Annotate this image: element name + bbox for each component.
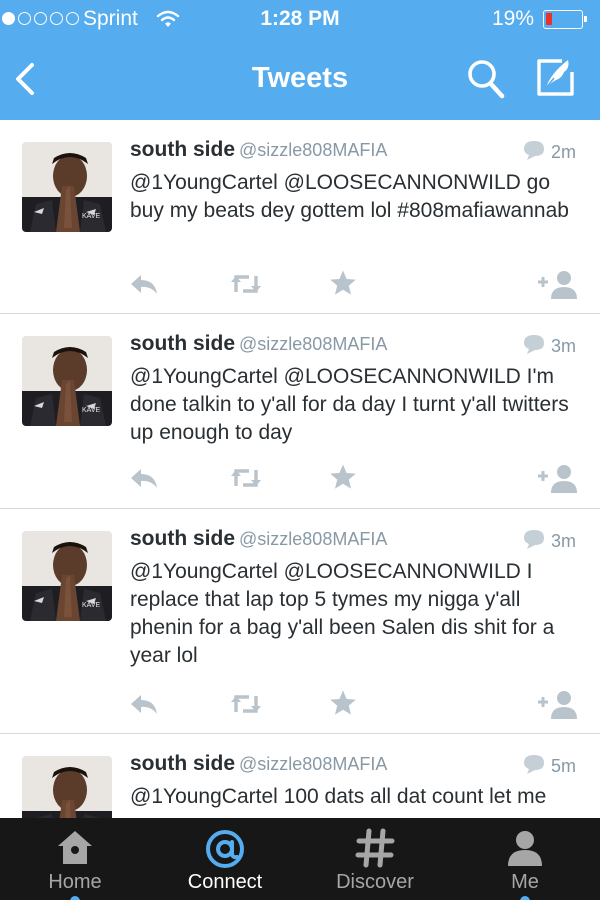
page-title: Tweets xyxy=(251,62,349,94)
favorite-icon[interactable] xyxy=(329,463,357,496)
tweet-meta: 5m xyxy=(523,754,576,779)
conversation-icon xyxy=(523,754,545,779)
avatar[interactable]: KAVE xyxy=(22,756,112,818)
tweet-time: 3m xyxy=(550,531,576,551)
tweet-time: 2m xyxy=(550,142,576,162)
tweet-text: @1YoungCartel @LOOSECANNONWILD I'm done … xyxy=(130,365,569,444)
favorite-icon[interactable] xyxy=(329,269,357,302)
tab-label: Discover xyxy=(336,871,414,893)
tweet-actions xyxy=(0,689,600,721)
conversation-icon xyxy=(523,140,545,165)
home-icon xyxy=(0,828,150,868)
tweet-row[interactable]: KAVE south side @sizzle808MAFIA 3m @1Youn… xyxy=(0,314,600,509)
follow-icon[interactable] xyxy=(536,463,578,498)
reply-icon[interactable] xyxy=(129,272,159,301)
tweet-row[interactable]: KAVE south side@sizzle808MAFIA 5m @1Youn… xyxy=(0,734,600,818)
reply-icon[interactable] xyxy=(129,466,159,495)
top-bar: Sprint 1:28 PM 19% Tweets xyxy=(0,0,600,120)
tweet-text: @1YoungCartel @LOOSECANNONWILD I replace… xyxy=(130,560,555,667)
conversation-icon xyxy=(523,334,545,359)
battery-percent: 19% xyxy=(492,7,535,30)
tab-home[interactable]: Home xyxy=(0,818,150,900)
tweet-text: @1YoungCartel 100 dats all dat count let… xyxy=(130,785,547,808)
tweet-meta: 3m xyxy=(523,529,576,554)
author-name[interactable]: south side xyxy=(130,332,235,355)
unread-indicator xyxy=(70,896,80,900)
tweet-text: @1YoungCartel @LOOSECANNONWILD go buy my… xyxy=(130,171,569,222)
reply-icon[interactable] xyxy=(129,692,159,721)
tweet-author: south side @sizzle808MAFIA xyxy=(130,332,387,356)
author-handle: @sizzle808MAFIA xyxy=(239,754,388,774)
tab-me[interactable]: Me xyxy=(450,818,600,900)
unread-indicator xyxy=(520,896,530,900)
follow-icon[interactable] xyxy=(536,269,578,304)
battery-level xyxy=(546,13,552,25)
tweet-author: south side @sizzle808MAFIA xyxy=(130,752,387,776)
tweet-time: 3m xyxy=(550,336,576,356)
tab-bar: Home Connect Discover Me xyxy=(0,818,600,900)
battery-icon xyxy=(543,10,587,29)
retweet-icon[interactable] xyxy=(229,466,263,495)
tab-discover[interactable]: Discover xyxy=(300,818,450,900)
nav-bar: Tweets xyxy=(0,40,600,120)
author-handle: @sizzle808MAFIA xyxy=(239,529,388,549)
conversation-icon xyxy=(523,529,545,554)
tweet-row[interactable]: KAVE south side @sizzle808MAFIA 3m @1Youn… xyxy=(0,509,600,734)
author-handle: @sizzle808MAFIA xyxy=(239,334,388,354)
hashtag-icon xyxy=(300,828,450,868)
compose-icon[interactable] xyxy=(534,56,578,105)
tweet-feed[interactable]: KAVE south side @sizzle808MAFIA 2m @1Youn… xyxy=(0,120,600,818)
tweet-time: 5m xyxy=(550,756,576,776)
author-handle: @sizzle808MAFIA xyxy=(239,140,388,160)
tweet-meta: 2m xyxy=(523,140,576,165)
svg-text:KAVE: KAVE xyxy=(82,213,100,220)
person-icon xyxy=(450,828,600,868)
avatar[interactable]: KAVE xyxy=(22,531,112,621)
tweet-actions xyxy=(0,269,600,301)
svg-text:KAVE: KAVE xyxy=(82,602,100,609)
follow-icon[interactable] xyxy=(536,689,578,724)
author-name[interactable]: south side xyxy=(130,138,235,161)
tweet-row[interactable]: KAVE south side @sizzle808MAFIA 2m @1Youn… xyxy=(0,120,600,314)
tweet-author: south side @sizzle808MAFIA xyxy=(130,527,387,551)
status-bar: Sprint 1:28 PM 19% xyxy=(0,0,600,40)
tab-label: Connect xyxy=(187,871,263,893)
at-icon xyxy=(150,828,300,868)
svg-text:KAVE: KAVE xyxy=(82,407,100,414)
author-name[interactable]: south side xyxy=(130,752,235,775)
author-name[interactable]: south side xyxy=(130,527,235,550)
avatar[interactable]: KAVE xyxy=(22,142,112,232)
tweet-actions xyxy=(0,463,600,495)
favorite-icon[interactable] xyxy=(329,689,357,722)
tab-label: Home xyxy=(48,871,102,893)
tab-label: Me xyxy=(511,871,539,893)
search-icon[interactable] xyxy=(466,58,506,105)
tab-connect[interactable]: Connect xyxy=(150,818,300,900)
avatar[interactable]: KAVE xyxy=(22,336,112,426)
tweet-meta: 3m xyxy=(523,334,576,359)
retweet-icon[interactable] xyxy=(229,692,263,721)
retweet-icon[interactable] xyxy=(229,272,263,301)
tweet-list: KAVE south side @sizzle808MAFIA 2m @1Youn… xyxy=(0,120,600,818)
tweet-author: south side @sizzle808MAFIA xyxy=(130,138,387,162)
